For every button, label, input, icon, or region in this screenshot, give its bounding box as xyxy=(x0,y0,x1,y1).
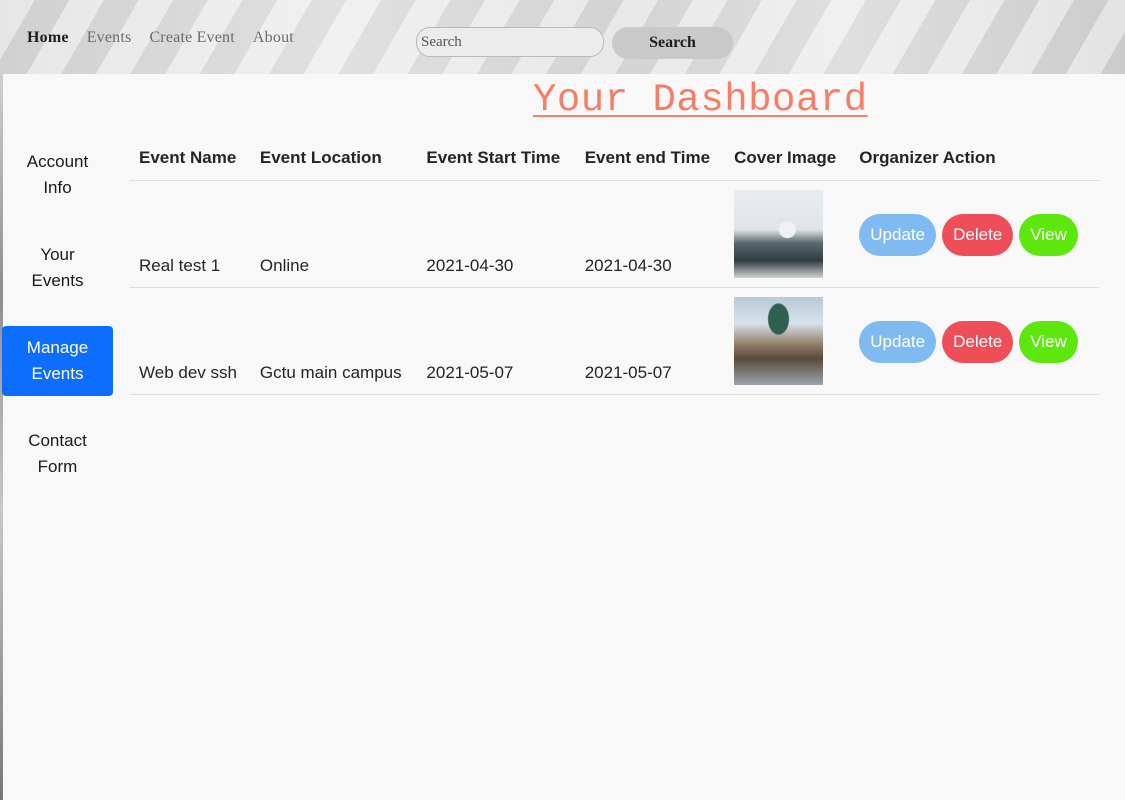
sidebar-item-contact-form[interactable]: Contact Form xyxy=(2,419,113,489)
nav-link-home[interactable]: Home xyxy=(27,29,69,47)
event-end-cell: 2021-05-07 xyxy=(575,287,726,395)
view-button[interactable]: View xyxy=(1019,214,1078,256)
event-name-cell: Real test 1 xyxy=(130,180,251,288)
sidebar-item-label: Manage Events xyxy=(26,338,89,383)
sidebar-item-label: Your Events xyxy=(31,245,84,290)
cover-image-cell xyxy=(725,180,851,288)
event-start-cell: 2021-04-30 xyxy=(417,180,576,288)
page-title: Your Dashboard xyxy=(533,78,868,122)
update-button[interactable]: Update xyxy=(859,214,937,256)
sidebar: Account Info Your Events Manage Events Cont… xyxy=(2,140,113,512)
cover-image-cell xyxy=(725,287,851,395)
event-location-cell: Gctu main campus xyxy=(250,287,418,395)
header-event-location: Event Location xyxy=(250,140,418,181)
header-organizer-action: Organizer Action xyxy=(850,140,1099,181)
event-start-cell: 2021-05-07 xyxy=(417,287,576,395)
delete-button[interactable]: Delete xyxy=(942,214,1014,256)
header-event-name: Event Name xyxy=(130,140,251,181)
nav-links: Home Events Create Event About xyxy=(27,29,312,47)
sidebar-item-your-events[interactable]: Your Events xyxy=(2,233,113,303)
search-button[interactable]: Search xyxy=(612,27,733,59)
organizer-action-cell: Update Delete View xyxy=(850,287,1099,395)
sidebar-item-label: Contact Form xyxy=(28,431,87,476)
nav-link-about[interactable]: About xyxy=(253,29,294,47)
sidebar-item-manage-events[interactable]: Manage Events xyxy=(2,326,113,396)
cover-image xyxy=(734,190,824,278)
table-header-row: Event Name Event Location Event Start Ti… xyxy=(130,140,1099,181)
sidebar-item-label: Account Info xyxy=(26,152,89,197)
event-end-cell: 2021-04-30 xyxy=(575,180,726,288)
sidebar-item-account-info[interactable]: Account Info xyxy=(2,140,113,210)
header-event-start-time: Event Start Time xyxy=(417,140,576,181)
search-input[interactable] xyxy=(416,27,604,57)
nav-link-create-event[interactable]: Create Event xyxy=(149,29,234,47)
events-table-container: Event Name Event Location Event Start Ti… xyxy=(130,140,1099,395)
top-navbar: Home Events Create Event About Search xyxy=(0,0,1125,74)
header-cover-image: Cover Image xyxy=(725,140,851,181)
header-event-end-time: Event end Time xyxy=(575,140,726,181)
view-button[interactable]: View xyxy=(1019,321,1078,363)
delete-button[interactable]: Delete xyxy=(942,321,1014,363)
table-row: Real test 1 Online 2021-04-30 2021-04-30… xyxy=(130,180,1099,288)
table-row: Web dev ssh Gctu main campus 2021-05-07 … xyxy=(130,287,1099,395)
organizer-action-cell: Update Delete View xyxy=(850,180,1099,288)
cover-image xyxy=(734,297,824,385)
nav-link-events[interactable]: Events xyxy=(87,29,132,47)
update-button[interactable]: Update xyxy=(859,321,937,363)
event-name-cell: Web dev ssh xyxy=(130,287,251,395)
events-table: Event Name Event Location Event Start Ti… xyxy=(130,140,1099,395)
event-location-cell: Online xyxy=(250,180,418,288)
